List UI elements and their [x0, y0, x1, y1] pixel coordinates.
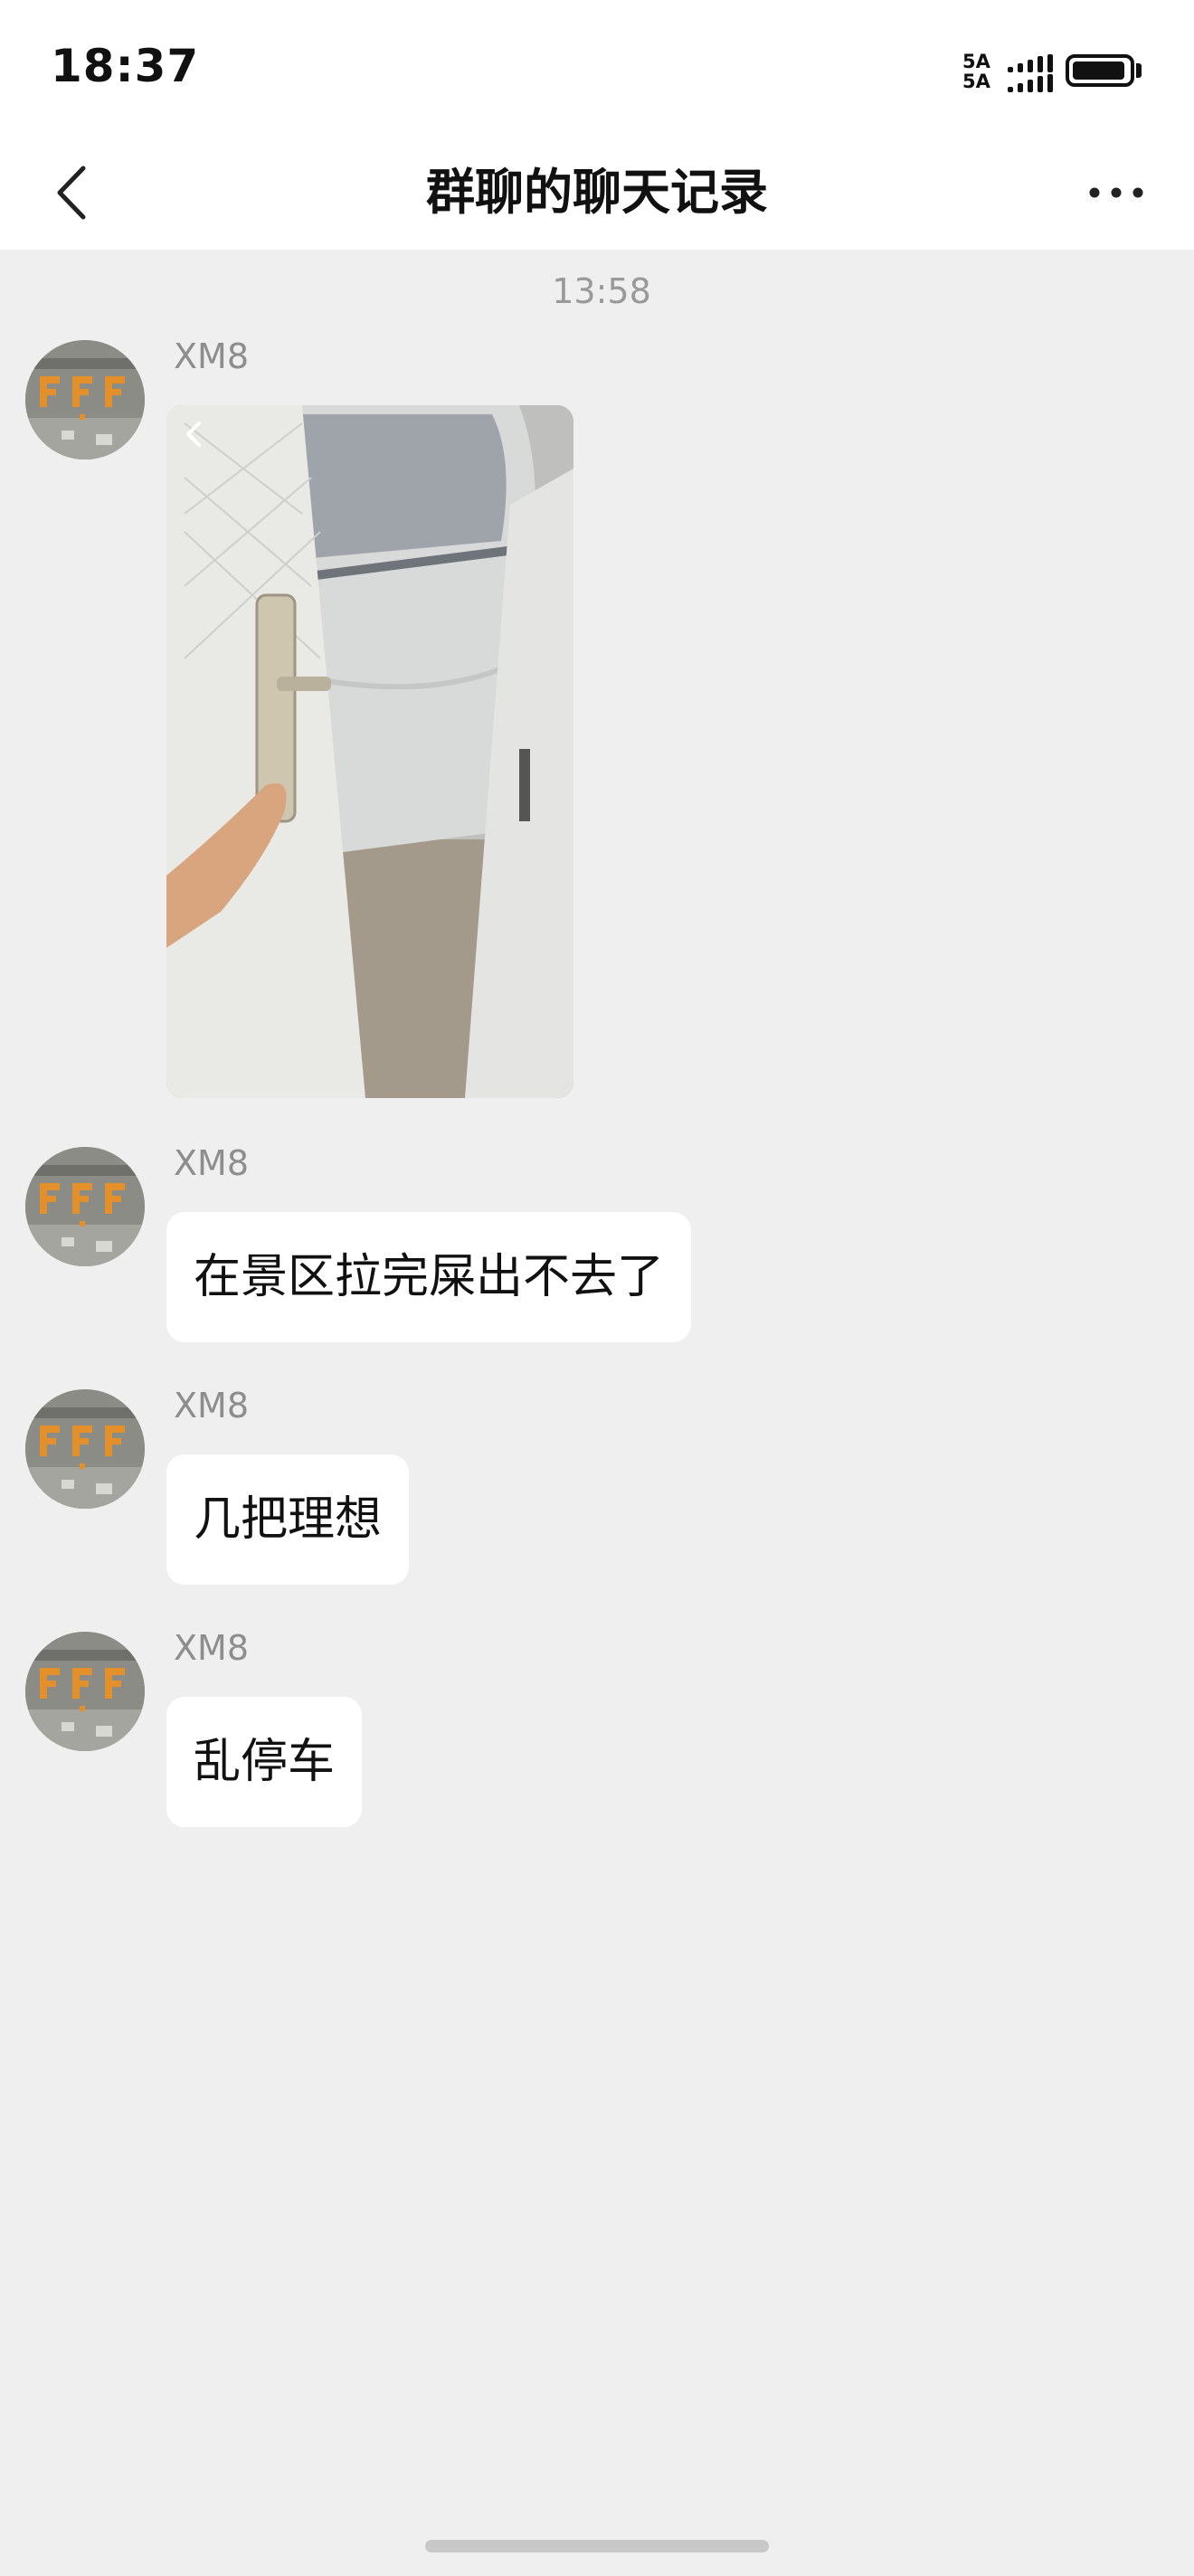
- avatar-image: [25, 340, 145, 459]
- signal-label-bottom: 5A: [962, 71, 990, 92]
- avatar-image: [25, 1389, 145, 1509]
- photo-thumbnail: [166, 405, 573, 1098]
- sender-name: XM8: [174, 1628, 249, 1668]
- chat-history[interactable]: 13:58 XM8 XM8 在景区拉完屎出不去了 XM8 几把理想 XM8 乱停…: [0, 250, 1194, 2576]
- sender-name: XM8: [174, 336, 249, 376]
- more-dots-icon: [1089, 187, 1143, 198]
- signal-bars-icon: [1008, 54, 1053, 92]
- battery-fill: [1073, 62, 1124, 80]
- message-bubble[interactable]: 乱停车: [166, 1697, 363, 1827]
- avatar[interactable]: [25, 340, 145, 459]
- avatar[interactable]: [25, 1632, 145, 1751]
- sender-name: XM8: [174, 1143, 249, 1183]
- more-button[interactable]: [1084, 163, 1149, 223]
- message-bubble[interactable]: 几把理想: [166, 1454, 410, 1585]
- battery-tip: [1136, 63, 1142, 78]
- sender-name: XM8: [174, 1386, 249, 1425]
- message-bubble[interactable]: 在景区拉完屎出不去了: [166, 1212, 692, 1342]
- status-time: 18:37: [51, 40, 200, 92]
- back-button[interactable]: [45, 159, 103, 226]
- message-timestamp: 13:58: [552, 271, 651, 311]
- avatar[interactable]: [25, 1147, 145, 1266]
- home-indicator[interactable]: [425, 2540, 769, 2552]
- avatar[interactable]: [25, 1389, 145, 1509]
- avatar-image: [25, 1632, 145, 1751]
- image-message[interactable]: [166, 405, 573, 1098]
- avatar-image: [25, 1147, 145, 1266]
- page-title: 群聊的聊天记录: [426, 164, 768, 221]
- battery-icon: [1066, 54, 1134, 87]
- status-bar: 18:37 5A 5A: [0, 0, 1194, 136]
- signal-label-top: 5A: [962, 51, 990, 72]
- nav-bar: 群聊的聊天记录: [0, 136, 1194, 250]
- chevron-left-icon: [57, 166, 86, 220]
- cellular-signal-icon: 5A 5A: [962, 51, 1053, 96]
